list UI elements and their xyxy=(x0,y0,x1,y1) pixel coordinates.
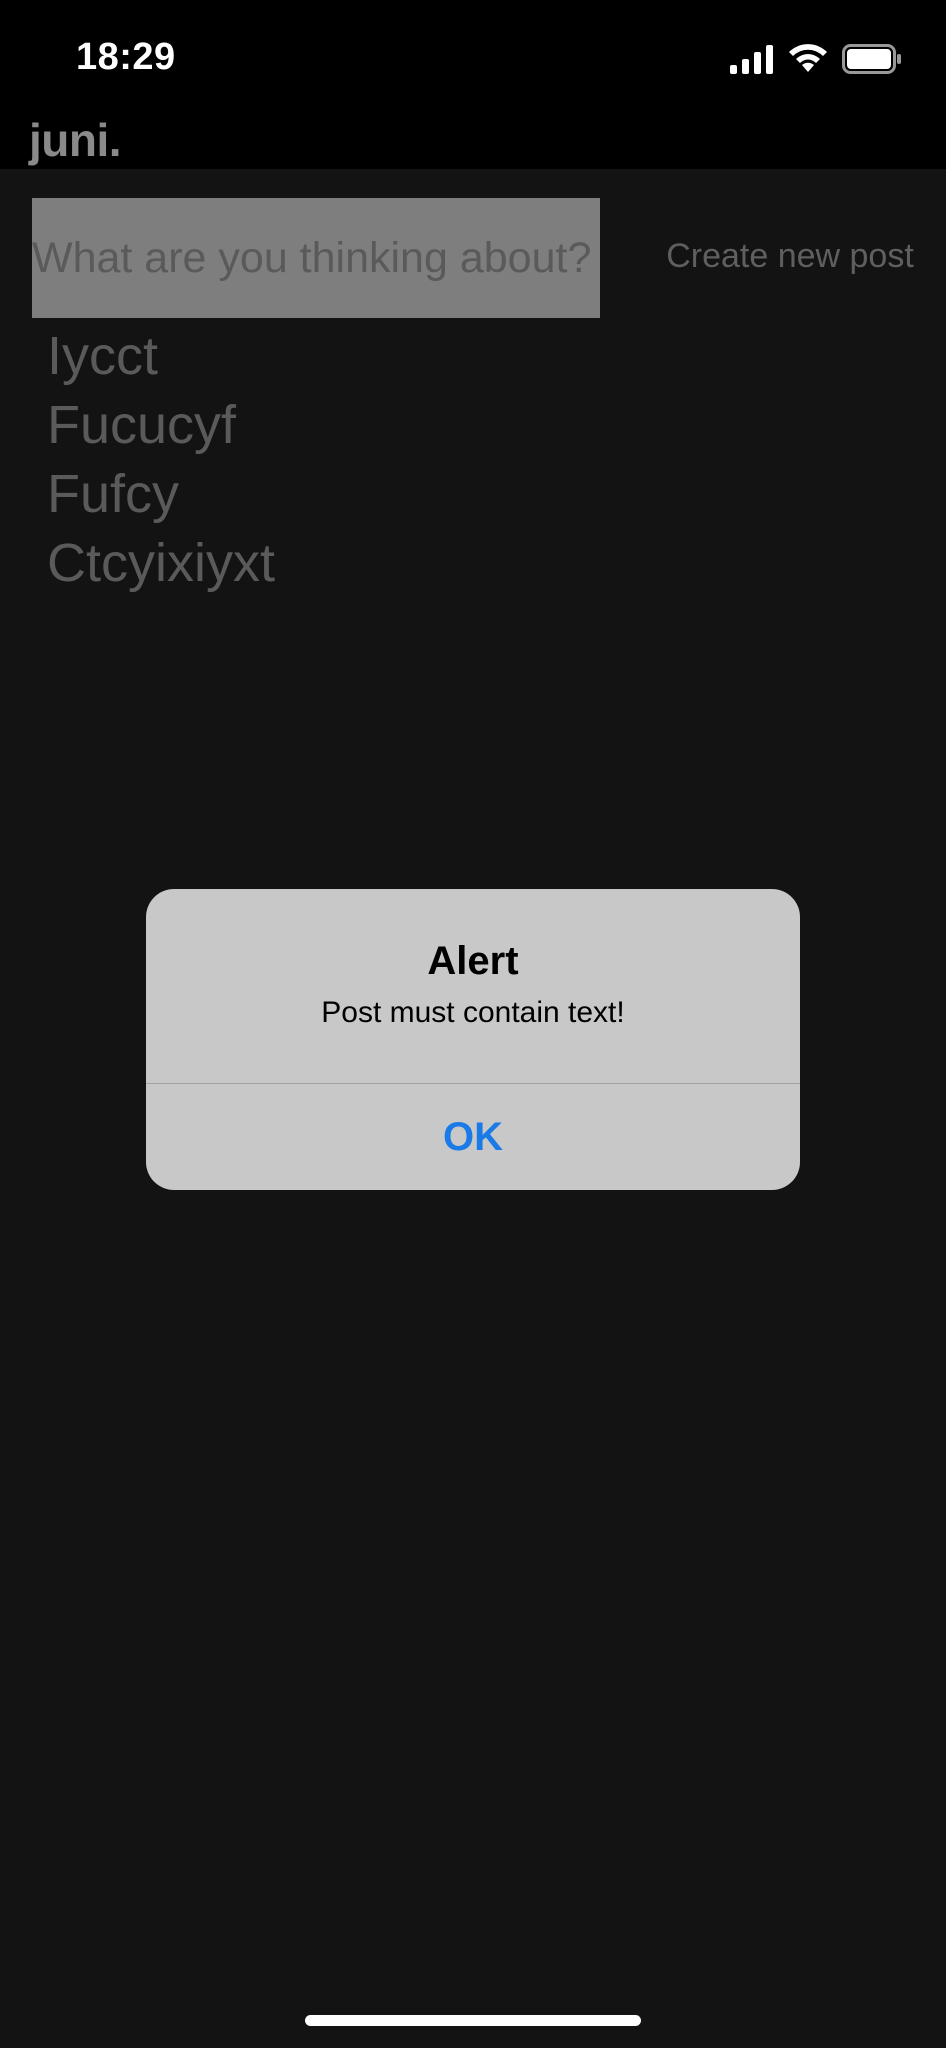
alert-ok-button[interactable]: OK xyxy=(146,1084,800,1190)
list-item: Iycct xyxy=(47,326,159,386)
create-new-post-button[interactable]: Create new post xyxy=(640,226,940,286)
status-icons xyxy=(730,42,902,76)
status-time: 18:29 xyxy=(76,36,176,78)
status-and-header-bar: 18:29 juni. xyxy=(0,0,946,169)
post-list: Iycct Fucucyf Fufcy Ctcyixiyxt xyxy=(47,322,275,598)
list-item: Fucucyf xyxy=(47,395,237,455)
alert-title: Alert xyxy=(427,939,519,983)
alert-dialog: Alert Post must contain text! OK xyxy=(146,889,800,1190)
app-screen: 18:29 juni. Create new post Iycct xyxy=(0,0,946,2048)
list-item: Ctcyixiyxt xyxy=(47,533,275,593)
post-text-input[interactable] xyxy=(32,198,600,318)
app-title: juni. xyxy=(29,114,122,166)
list-item: Fufcy xyxy=(47,464,180,524)
alert-message: Post must contain text! xyxy=(321,996,625,1029)
cellular-signal-icon xyxy=(730,45,773,74)
home-indicator[interactable] xyxy=(305,2015,641,2026)
battery-icon xyxy=(842,44,901,74)
wifi-icon xyxy=(789,44,827,72)
